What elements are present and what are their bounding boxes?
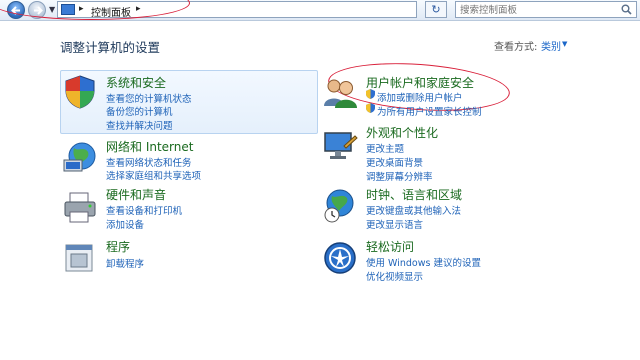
link-add-device[interactable]: 添加设备 bbox=[106, 217, 144, 231]
page-title: 调整计算机的设置 bbox=[60, 40, 161, 55]
ease-of-access-icon[interactable] bbox=[322, 240, 358, 276]
printer-icon[interactable] bbox=[62, 190, 98, 226]
link-parental-controls[interactable]: 为所有用户设置家长控制 bbox=[377, 104, 482, 118]
category-ease-of-access[interactable]: 轻松访问 bbox=[366, 238, 414, 255]
link-network-status[interactable]: 查看网络状态和任务 bbox=[106, 155, 192, 169]
network-globe-icon[interactable] bbox=[62, 140, 98, 176]
category-user-accounts[interactable]: 用户帐户和家庭安全 bbox=[366, 74, 474, 91]
link-display-language[interactable]: 更改显示语言 bbox=[366, 217, 423, 231]
clock-globe-icon[interactable] bbox=[322, 188, 358, 224]
view-by-dropdown[interactable]: 类别 bbox=[541, 38, 561, 53]
link-homegroup-sharing[interactable]: 选择家庭组和共享选项 bbox=[106, 168, 201, 182]
link-backup-computer[interactable]: 备份您的计算机 bbox=[106, 104, 173, 118]
category-appearance[interactable]: 外观和个性化 bbox=[366, 124, 438, 141]
link-desktop-background[interactable]: 更改桌面背景 bbox=[366, 155, 423, 169]
category-system-security[interactable]: 系统和安全 bbox=[106, 74, 166, 91]
category-clock-language-region[interactable]: 时钟、语言和区域 bbox=[366, 186, 462, 203]
search-input[interactable] bbox=[456, 3, 620, 18]
uac-shield-icon bbox=[366, 103, 375, 113]
refresh-button[interactable]: ↻ bbox=[425, 1, 447, 18]
category-hardware-sound[interactable]: 硬件和声音 bbox=[106, 186, 166, 203]
link-uninstall-program[interactable]: 卸载程序 bbox=[106, 256, 144, 270]
link-view-computer-status[interactable]: 查看您的计算机状态 bbox=[106, 91, 192, 105]
link-optimize-video-display[interactable]: 优化视频显示 bbox=[366, 269, 423, 283]
link-add-remove-accounts[interactable]: 添加或删除用户帐户 bbox=[377, 90, 463, 104]
link-change-theme[interactable]: 更改主题 bbox=[366, 141, 404, 155]
link-troubleshoot[interactable]: 查找并解决问题 bbox=[106, 118, 173, 132]
refresh-icon: ↻ bbox=[431, 3, 441, 16]
uac-shield-icon bbox=[366, 89, 375, 99]
programs-icon[interactable] bbox=[62, 240, 98, 276]
link-devices-printers[interactable]: 查看设备和打印机 bbox=[106, 203, 182, 217]
appearance-monitor-icon[interactable] bbox=[322, 128, 358, 164]
category-programs[interactable]: 程序 bbox=[106, 238, 130, 255]
category-network-internet[interactable]: 网络和 Internet bbox=[106, 138, 193, 155]
view-by-chevron-icon[interactable]: ▼ bbox=[562, 40, 567, 48]
link-screen-resolution[interactable]: 调整屏幕分辨率 bbox=[366, 169, 433, 183]
search-icon[interactable] bbox=[621, 4, 632, 15]
search-box[interactable] bbox=[455, 1, 637, 18]
security-shield-icon[interactable] bbox=[62, 74, 98, 110]
link-windows-suggested-settings[interactable]: 使用 Windows 建议的设置 bbox=[366, 255, 481, 269]
link-keyboard-input[interactable]: 更改键盘或其他输入法 bbox=[366, 203, 461, 217]
user-accounts-icon[interactable] bbox=[322, 74, 358, 110]
view-by-label: 查看方式: bbox=[494, 42, 538, 53]
